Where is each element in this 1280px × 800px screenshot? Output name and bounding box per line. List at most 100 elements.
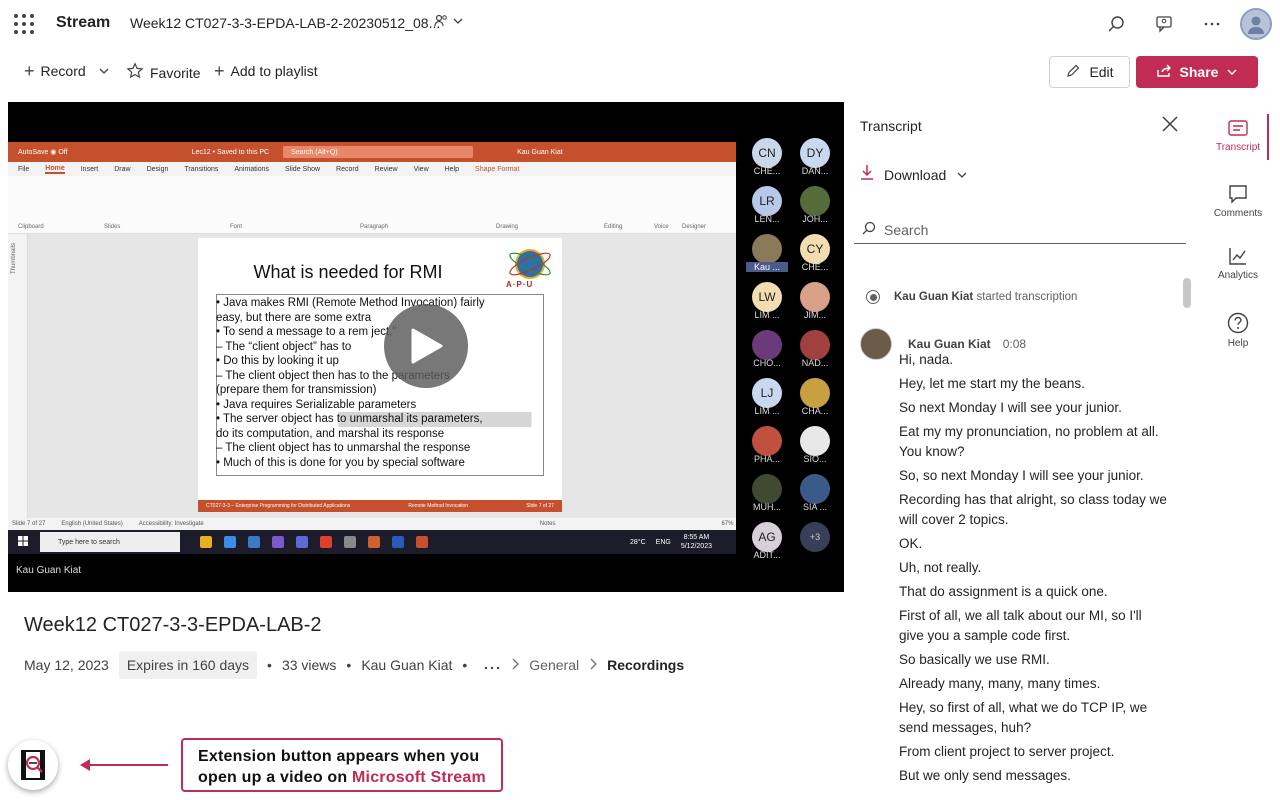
top-bar: Stream Week12 CT027-3-3-EPDA-LAB-2-20230…: [0, 0, 1280, 48]
callout-line-1: Extension button appears when you: [198, 748, 480, 765]
transcript-line[interactable]: OK.: [899, 534, 1169, 554]
participant-tile: Kau ...: [746, 234, 788, 278]
ppt-ribbon-tabs: File Home Insert Draw Design Transitions…: [8, 162, 736, 176]
rail-label: Transcript: [1215, 142, 1261, 153]
rail-label: Analytics: [1217, 270, 1258, 281]
slide-title: What is needed for RMI: [253, 262, 443, 282]
play-button[interactable]: [384, 304, 468, 388]
share-label: Share: [1179, 64, 1219, 80]
windows-start-icon: [18, 536, 28, 548]
search-icon: [862, 221, 876, 238]
transcript-line[interactable]: From client project to server project.: [899, 742, 1169, 762]
transcript-line[interactable]: Eat my my pronunciation, no problem at a…: [899, 422, 1169, 462]
transcript-line[interactable]: That do assignment is a quick one.: [899, 582, 1169, 602]
comment-icon: [1204, 184, 1272, 204]
edit-button[interactable]: Edit: [1049, 56, 1130, 88]
add-to-playlist-button[interactable]: + Add to playlist: [214, 62, 318, 80]
taskbar-search: Type here to search: [40, 532, 180, 552]
chevron-down-icon[interactable]: [452, 14, 464, 31]
transcript-icon: [1204, 120, 1272, 138]
breadcrumb-recordings[interactable]: Recordings: [607, 657, 684, 673]
extension-button[interactable]: [8, 740, 58, 790]
transcript-line[interactable]: Recording has that alright, so class tod…: [899, 490, 1169, 530]
share-button[interactable]: Share: [1136, 56, 1258, 88]
feedback-icon[interactable]: [1140, 0, 1188, 48]
rail-item-help[interactable]: Help: [1204, 312, 1272, 349]
rail-label: Comments: [1213, 208, 1263, 219]
participant-tile: CN CHE...: [746, 138, 788, 182]
document-title[interactable]: Week12 CT027-3-3-EPDA-LAB-2-20230512_08.…: [130, 15, 440, 31]
download-button[interactable]: Download: [860, 164, 968, 185]
plus-icon: +: [214, 61, 225, 81]
transcript-search-input[interactable]: Search: [854, 216, 1186, 244]
transcript-line[interactable]: Hey, so first of all, what we do TCP IP,…: [899, 698, 1169, 738]
rail-item-transcript[interactable]: Transcript: [1204, 120, 1272, 153]
participant-tile: DY DAN...: [794, 138, 836, 182]
right-rail: Transcript Comments Analytics Help: [1204, 102, 1280, 800]
participant-tile: LR LEN...: [746, 186, 788, 230]
breadcrumb-general[interactable]: General: [529, 657, 579, 673]
record-button[interactable]: + Record: [24, 62, 110, 80]
rail-item-analytics[interactable]: Analytics: [1204, 246, 1272, 281]
participant-tile: PHA...: [746, 426, 788, 470]
transcript-line[interactable]: But we only send messages.: [899, 766, 1169, 786]
user-avatar[interactable]: [1240, 8, 1272, 40]
transcript-line[interactable]: Uh, not really.: [899, 558, 1169, 578]
transcript-line[interactable]: So, so next Monday I will see your junio…: [899, 466, 1169, 486]
transcript-line[interactable]: So next Monday I will see your junior.: [899, 398, 1169, 418]
transcript-line[interactable]: Hi, nada.: [899, 350, 1169, 370]
participant-tile: LW LIM ...: [746, 282, 788, 326]
callout-line-2: open up a video on Microsoft Stream: [198, 769, 486, 786]
speaker-timestamp[interactable]: 0:08: [1003, 337, 1026, 351]
participant-tile: CHO...: [746, 330, 788, 374]
transcript-line[interactable]: So basically we use RMI.: [899, 650, 1169, 670]
expiration-badge[interactable]: Expires in 160 days: [118, 651, 258, 679]
windows-taskbar: Type here to search 28°C ENG 8:55 AM 5/1…: [8, 530, 736, 554]
ppt-slide-canvas: What is needed for RMI A·P·U • Java make…: [28, 234, 736, 518]
scrollbar[interactable]: [1183, 278, 1191, 308]
speaker-avatar: [860, 328, 892, 360]
record-label: Record: [40, 63, 86, 79]
transcript-line[interactable]: First of all, we all talk about our MI, …: [899, 606, 1169, 646]
film-magnifier-icon: [21, 750, 45, 780]
transcript-title: Transcript: [860, 118, 922, 134]
separator-dot: •: [462, 657, 468, 673]
participant-tile: JIM...: [794, 282, 836, 326]
chevron-down-icon: [956, 167, 968, 183]
video-metadata: May 12, 2023 Expires in 160 days • 33 vi…: [24, 650, 684, 680]
edit-label: Edit: [1089, 64, 1114, 80]
search-icon[interactable]: [1092, 0, 1140, 48]
plus-icon: +: [24, 61, 35, 81]
video-player[interactable]: AutoSave ◉ Off Lec12 • Saved to this PC …: [8, 102, 844, 592]
document-title-actions[interactable]: [434, 14, 464, 31]
app-name[interactable]: Stream: [56, 14, 110, 32]
participant-overflow: +3: [794, 522, 836, 566]
video-date: May 12, 2023: [24, 657, 109, 673]
taskbar-apps: [200, 536, 428, 548]
more-options-icon[interactable]: [1188, 0, 1236, 48]
transcription-started-notice: Kau Guan Kiat started transcription: [866, 290, 1077, 304]
favorite-label: Favorite: [150, 64, 201, 81]
shared-people-icon[interactable]: [434, 14, 448, 31]
breadcrumb-overflow-icon[interactable]: [483, 657, 501, 673]
slide-footer: CT027-3-3 – Enterprise Programming for D…: [198, 500, 562, 512]
play-icon: [411, 328, 443, 364]
ppt-doc-title: Lec12 • Saved to this PC: [191, 148, 270, 156]
separator-dot: •: [346, 657, 352, 673]
app-launcher-icon[interactable]: [14, 14, 34, 34]
chevron-down-icon: [98, 63, 110, 79]
transcript-line[interactable]: Already many, many, many times.: [899, 674, 1169, 694]
close-icon[interactable]: [1162, 116, 1178, 137]
rail-item-comments[interactable]: Comments: [1204, 184, 1272, 219]
participant-tile: AG ADIT...: [746, 522, 788, 566]
chevron-right-icon: [589, 657, 598, 673]
view-count: 33 views: [281, 657, 337, 673]
favorite-button[interactable]: Favorite: [126, 62, 201, 83]
participant-tile: JOH...: [794, 186, 836, 230]
transcript-pane: Transcript Download Search Kau Guan Kiat…: [844, 102, 1194, 800]
star-icon: [126, 62, 144, 83]
transcript-line[interactable]: Hey, let me start my the beans.: [899, 374, 1169, 394]
header-actions: [1092, 0, 1280, 48]
help-icon: [1204, 312, 1272, 334]
owner-name[interactable]: Kau Guan Kiat: [361, 657, 452, 673]
